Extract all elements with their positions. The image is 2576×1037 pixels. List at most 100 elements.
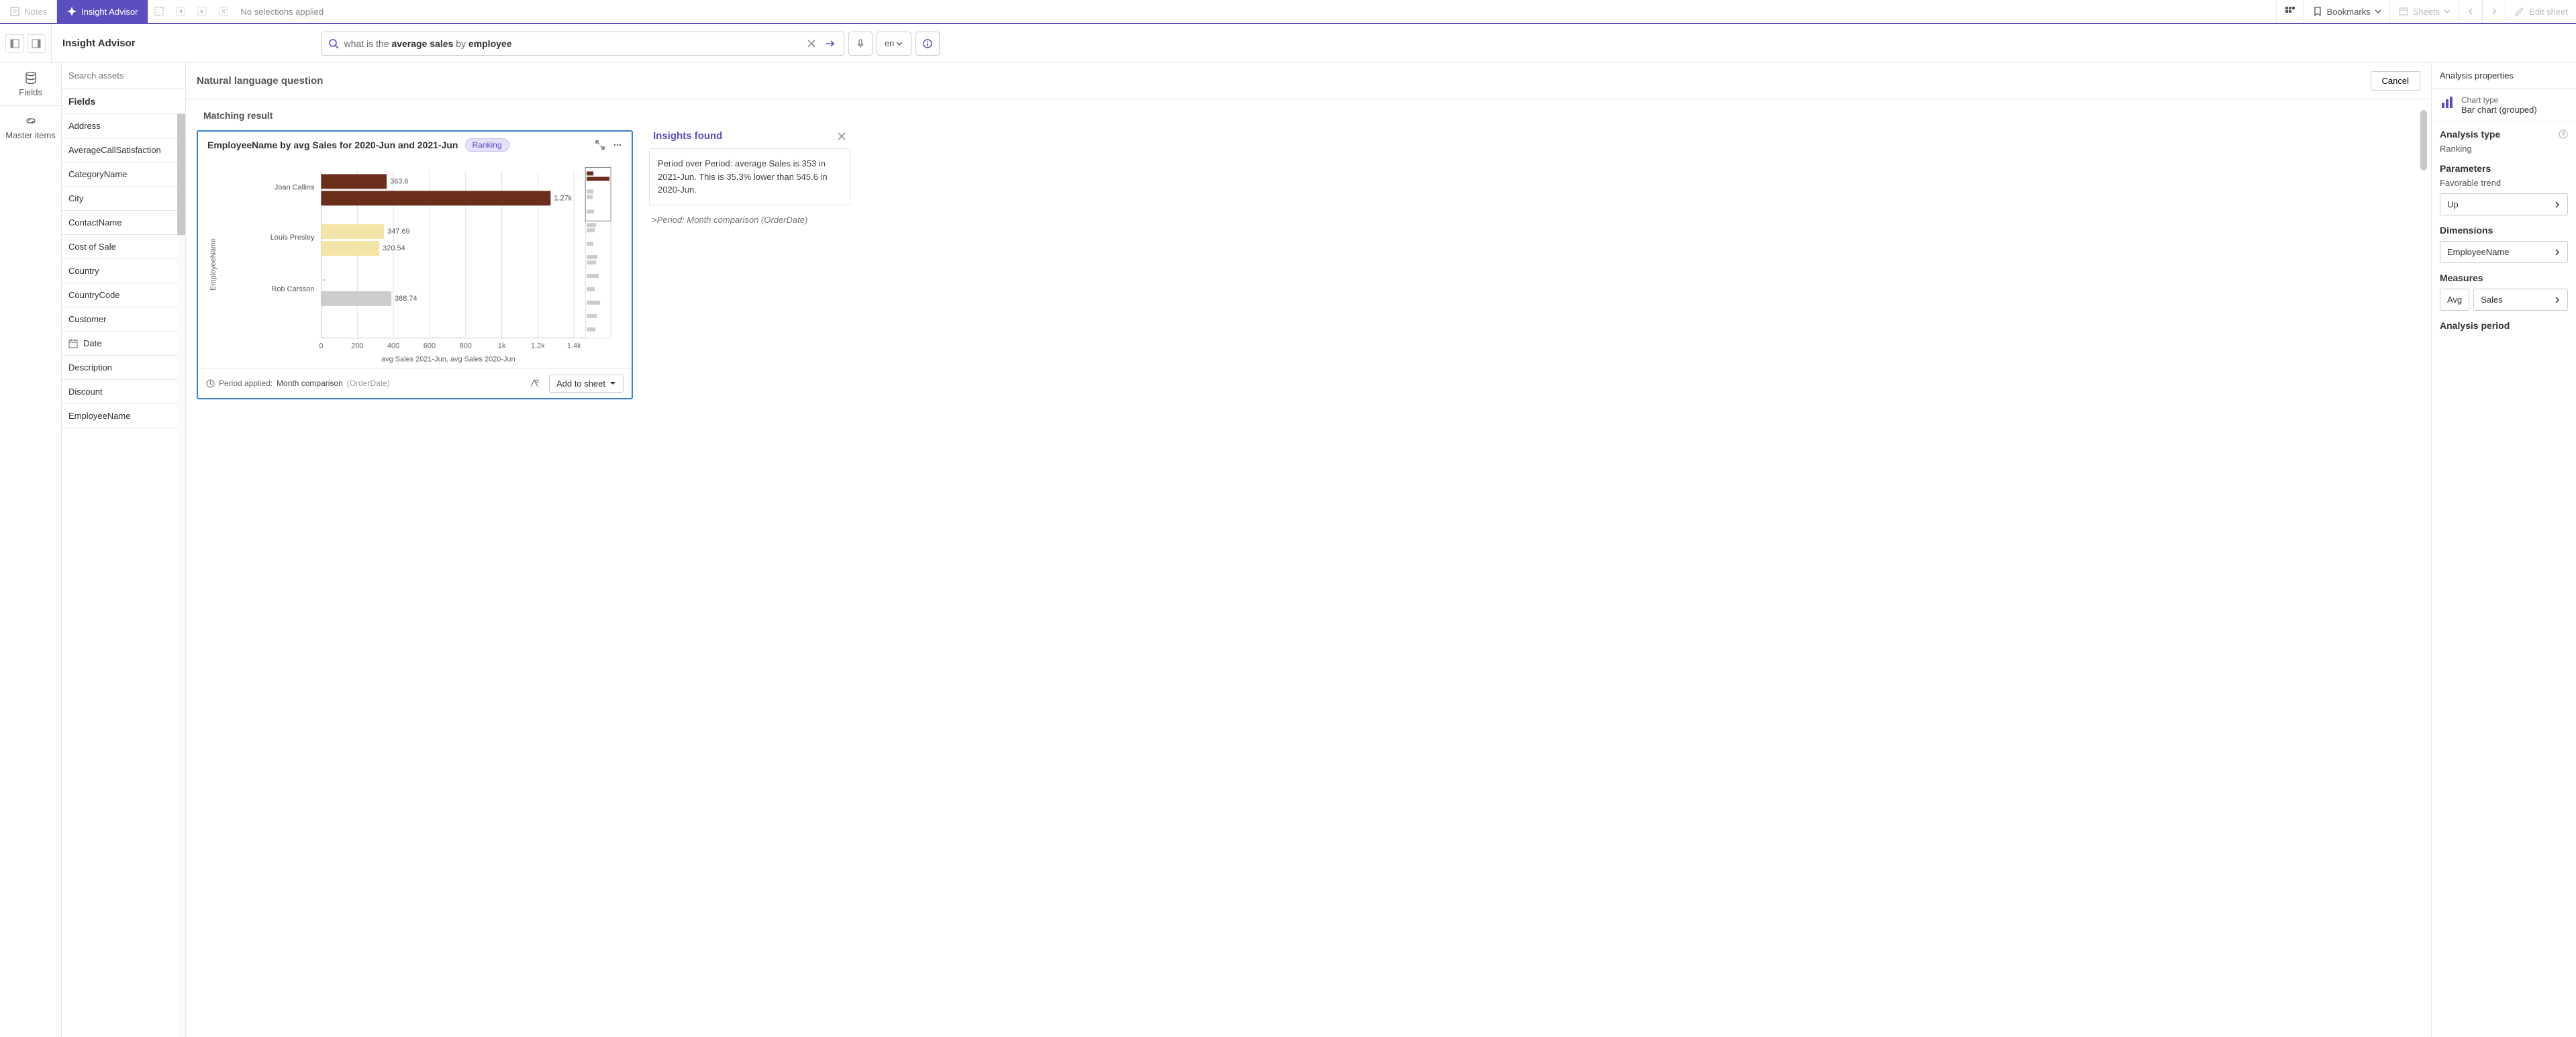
svg-text:600: 600 [424,342,436,350]
help-icon[interactable]: ? [2559,130,2568,139]
svg-text:?: ? [2561,131,2565,138]
assets-panel: Fields AddressAverageCallSatisfactionCat… [62,63,186,1037]
analysis-period-header: Analysis period [2440,320,2568,331]
step-back-button[interactable] [170,0,191,23]
chevron-down-icon [2375,8,2381,15]
add-to-sheet-button[interactable]: Add to sheet [549,375,624,393]
info-button[interactable] [915,32,940,56]
left-rail: Fields Master items [0,63,62,1037]
next-sheet-button[interactable] [2482,0,2506,23]
notes-icon [9,6,20,17]
measure-field-selector[interactable]: Sales [2473,289,2568,311]
analysis-type-header: Analysis type ? [2440,129,2568,140]
app-grid-button[interactable] [2276,0,2303,23]
language-selector[interactable]: en [877,32,911,56]
analysis-badge: Ranking [465,138,509,152]
favorable-trend-selector[interactable]: Up [2440,193,2568,215]
bookmarks-button[interactable]: Bookmarks [2303,0,2389,23]
sheets-icon [2398,6,2409,17]
field-item-label: Discount [68,387,103,397]
field-item-label: City [68,193,83,203]
properties-panel: Analysis properties Chart type Bar chart… [2431,63,2576,1037]
field-item[interactable]: AverageCallSatisfaction [62,138,185,162]
secondary-bar: Insight Advisor what is the average sale… [0,24,2576,63]
expand-icon[interactable] [595,140,605,150]
svg-text:-: - [323,276,326,284]
field-item[interactable]: ContactName [62,211,185,235]
field-item[interactable]: Customer [62,307,185,332]
assets-search-input[interactable] [68,70,179,81]
svg-text:200: 200 [351,342,363,350]
svg-text:1.2k: 1.2k [531,342,545,350]
measure-agg-selector[interactable]: Avg [2440,289,2469,311]
step-forward-icon [197,6,207,17]
field-item[interactable]: Description [62,356,185,380]
nlq-search-box[interactable]: what is the average sales by employee [321,32,844,56]
insight-advisor-button[interactable]: Insight Advisor [57,0,148,23]
rail-fields[interactable]: Fields [0,63,61,106]
dimensions-header: Dimensions [2440,225,2568,236]
submit-search-button[interactable] [824,37,837,50]
field-item[interactable]: Cost of Sale [62,235,185,259]
chevron-right-icon [2554,201,2561,208]
field-item[interactable]: City [62,187,185,211]
scrollbar-thumb[interactable] [177,114,185,235]
bookmarks-label: Bookmarks [2327,7,2371,17]
sheets-button[interactable]: Sheets [2389,0,2459,23]
center-content: Natural language question Cancel Matchin… [186,63,2431,1037]
search-input[interactable]: what is the average sales by employee [344,38,799,49]
panel-left-toggle[interactable] [5,34,24,53]
more-icon[interactable] [613,140,622,150]
rail-fields-label: Fields [19,87,42,97]
nlq-title: Natural language question [197,75,323,87]
caret-down-icon [609,380,616,387]
analysis-type-value: Ranking [2440,144,2568,154]
step-back-icon [175,6,186,17]
microphone-button[interactable] [848,32,873,56]
edit-sheet-button[interactable]: Edit sheet [2506,0,2576,23]
field-item[interactable]: Date [62,332,185,356]
svg-text:347.69: 347.69 [387,228,410,236]
prev-sheet-button[interactable] [2459,0,2482,23]
chart-type-label: Chart type [2461,95,2537,105]
period-applied: Period applied: Month comparison (OrderD… [206,379,390,388]
bookmark-icon [2312,6,2323,17]
svg-text:363.6: 363.6 [390,177,408,185]
rail-master-items[interactable]: Master items [0,106,61,148]
sheets-label: Sheets [2413,7,2440,17]
svg-text:1.27k: 1.27k [554,194,572,202]
svg-text:320.54: 320.54 [383,244,405,252]
insights-title: Insights found [653,130,722,142]
explore-button[interactable] [525,374,544,393]
clear-search-button[interactable] [805,37,818,50]
step-forward-button[interactable] [191,0,213,23]
svg-text:388.74: 388.74 [395,295,417,303]
field-item[interactable]: Country [62,259,185,283]
clock-icon [206,379,215,388]
svg-text:800: 800 [460,342,472,350]
field-item-label: Cost of Sale [68,242,116,252]
field-item[interactable]: Discount [62,380,185,404]
insight-advisor-label: Insight Advisor [81,7,138,17]
field-item[interactable]: Address [62,114,185,138]
dimension-selector[interactable]: EmployeeName [2440,241,2568,263]
field-item[interactable]: EmployeeName [62,404,185,428]
smart-select-button[interactable] [148,0,170,23]
panel-right-toggle[interactable] [27,34,46,53]
period-link[interactable]: Month comparison [277,379,343,388]
search-icon [328,38,339,49]
field-item[interactable]: CategoryName [62,162,185,187]
assets-header: Fields [62,89,185,114]
svg-text:Louis Presley: Louis Presley [270,234,315,242]
svg-text:1.4k: 1.4k [567,342,581,350]
chart-type-value: Bar chart (grouped) [2461,105,2537,115]
properties-header: Analysis properties [2432,63,2576,89]
scrollbar-track [177,114,185,1037]
center-scrollbar-thumb[interactable] [2420,110,2427,170]
clear-selections-button[interactable] [213,0,234,23]
field-item[interactable]: CountryCode [62,283,185,307]
cancel-button[interactable]: Cancel [2371,71,2420,91]
close-icon[interactable] [837,132,846,141]
notes-button[interactable]: Notes [0,0,57,23]
assets-search[interactable] [62,63,185,89]
